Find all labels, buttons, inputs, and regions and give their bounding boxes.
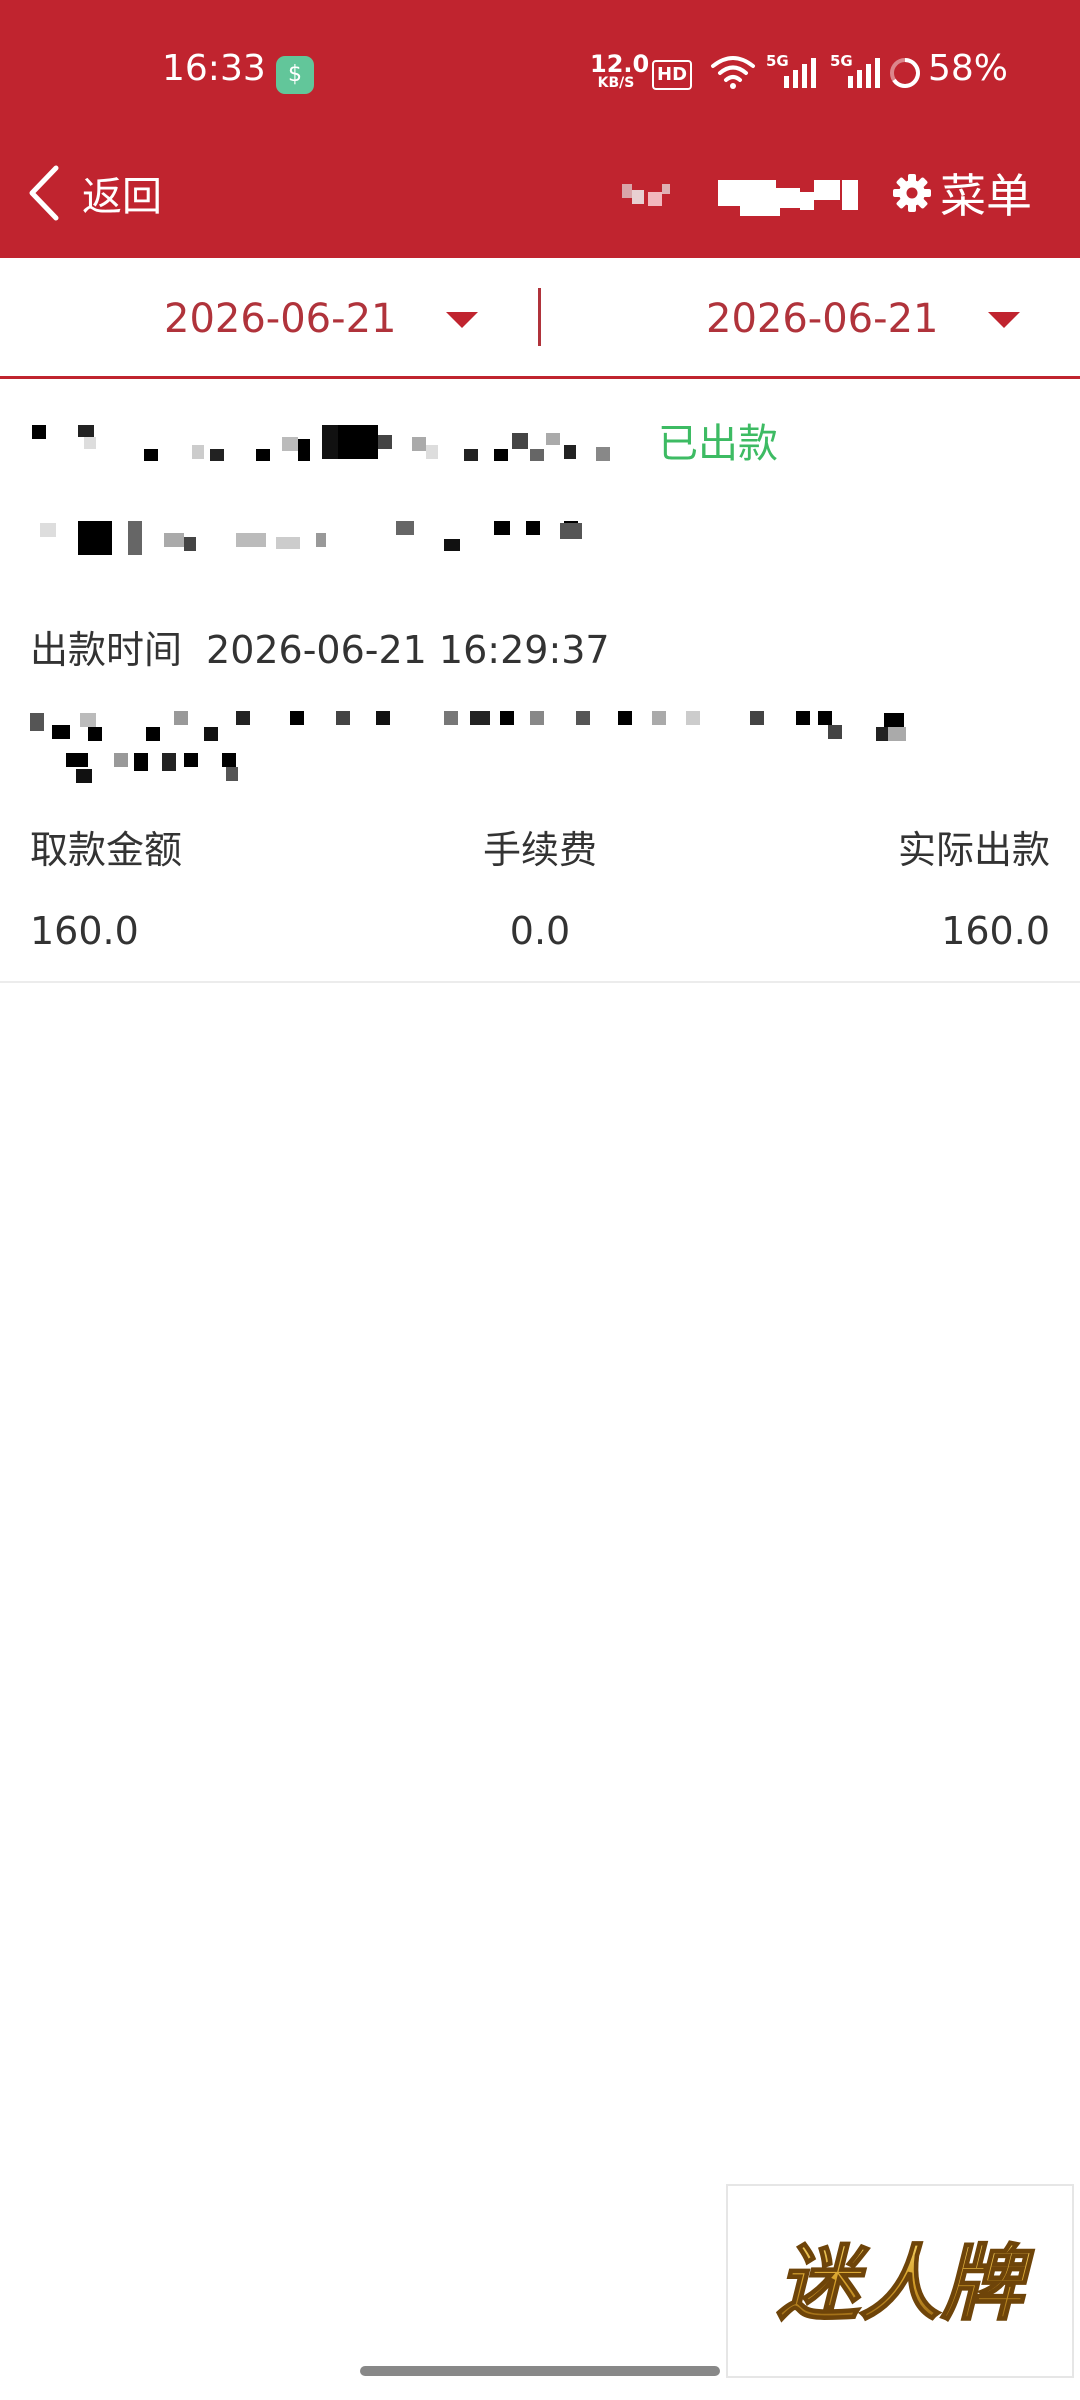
- brand-watermark: 迷人牌: [726, 2184, 1074, 2378]
- masked-username: [622, 180, 858, 216]
- battery-ring-icon: [890, 58, 920, 88]
- menu-label: 菜单: [940, 169, 1032, 223]
- amount-header: 取款金额 手续费 实际出款: [30, 819, 1050, 879]
- network-speed-unit: KB/S: [597, 75, 635, 91]
- back-label: 返回: [82, 174, 162, 220]
- gear-icon: [893, 174, 931, 212]
- payout-time-row: 出款时间 2026-06-21 16:29:37: [30, 619, 610, 674]
- payout-status-tag: 已出款: [658, 421, 778, 467]
- date-filter: 2026-06-21 2026-06-21: [0, 258, 1080, 379]
- network-speed: 12.0 KB/S: [590, 50, 650, 91]
- masked-apply-time: [40, 521, 582, 555]
- brand-logo-text: 迷人牌: [777, 2237, 1035, 2332]
- start-date-value: 2026-06-21: [164, 296, 397, 342]
- payout-time-label: 出款时间: [30, 628, 183, 672]
- status-time: 16:33: [162, 48, 266, 89]
- actual-payout-label: 实际出款: [897, 828, 1050, 872]
- brand-logo: 迷人牌: [776, 2236, 1036, 2333]
- actual-payout-value: 160.0: [941, 909, 1050, 953]
- payout-record[interactable]: 已出款 出款时间 2026-06-21 16:29:37 取款金额 手续费 实际…: [0, 379, 1080, 983]
- wifi-icon: [711, 56, 755, 89]
- menu-button[interactable]: 菜单: [892, 158, 1032, 228]
- hd-voice-icon: HD: [652, 60, 693, 90]
- end-date-picker[interactable]: 2026-06-21: [540, 258, 1080, 376]
- chevron-left-icon: [29, 165, 59, 221]
- caret-down-icon: [446, 312, 478, 328]
- payout-time-value: 2026-06-21 16:29:37: [206, 628, 610, 672]
- fee-value: 0.0: [509, 909, 571, 953]
- security-shield-icon: $: [276, 56, 314, 94]
- masked-payout-account: [30, 711, 906, 783]
- amount-values: 160.0 0.0 160.0: [30, 909, 1050, 969]
- battery-percent: 58%: [928, 48, 1009, 89]
- network-speed-value: 12.0: [590, 50, 650, 78]
- caret-down-icon: [988, 312, 1020, 328]
- end-date-value: 2026-06-21: [706, 296, 939, 342]
- masked-order-info: [32, 425, 610, 461]
- start-date-picker[interactable]: 2026-06-21: [0, 258, 540, 376]
- navbar: 返回 菜单: [0, 140, 1080, 258]
- app-header: 16:33 $ 12.0 KB/S HD 5G 5G 58% 返回 菜单: [0, 0, 1080, 258]
- home-indicator[interactable]: [360, 2366, 720, 2376]
- status-bar: 16:33 $ 12.0 KB/S HD 5G 5G 58%: [0, 0, 1080, 140]
- signal-sim1-icon: 5G: [766, 52, 820, 90]
- signal-sim2-icon: 5G: [830, 52, 884, 90]
- back-button[interactable]: 返回: [26, 158, 162, 228]
